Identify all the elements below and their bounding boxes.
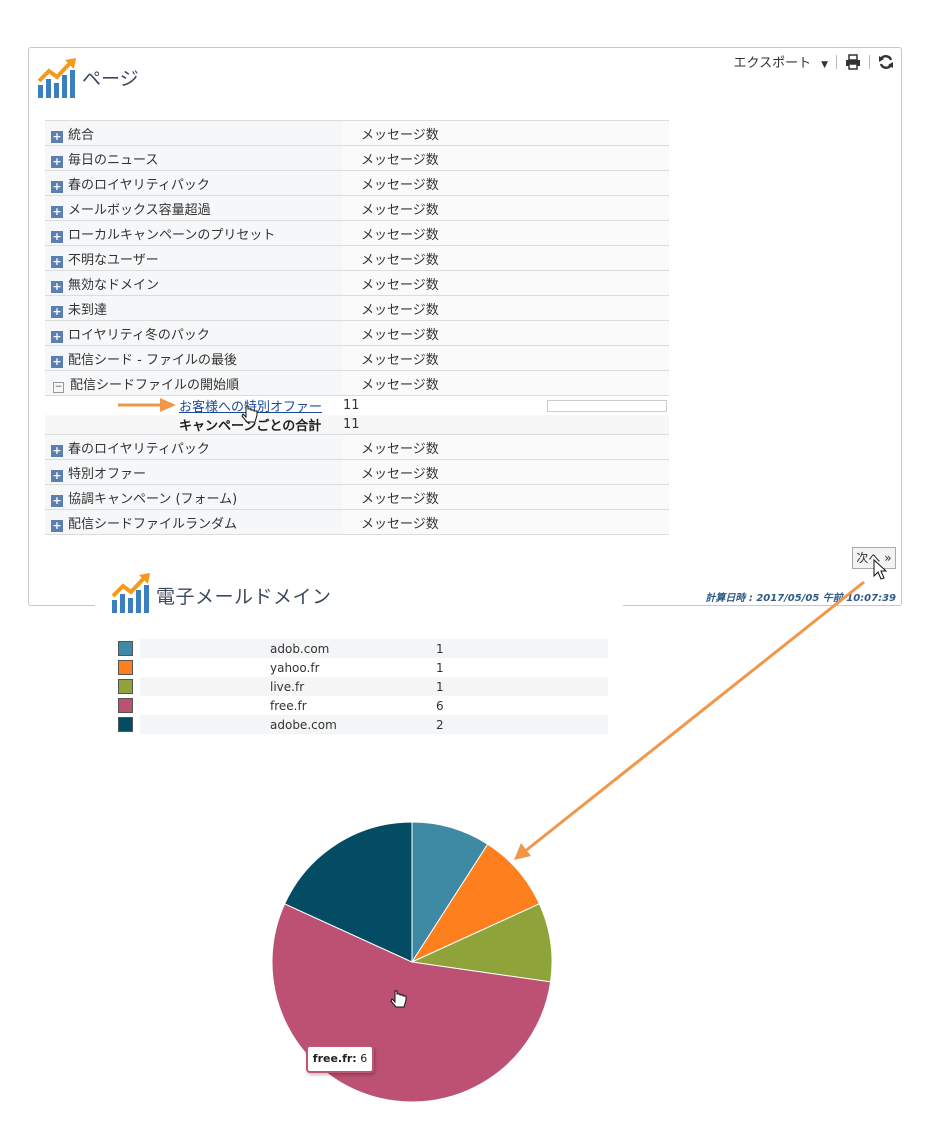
pie-tooltip: free.fr: 6: [306, 1045, 374, 1073]
tooltip-value: 6: [360, 1052, 368, 1065]
domain-pie-chart[interactable]: [0, 0, 928, 1132]
tooltip-name: free.fr:: [312, 1052, 357, 1065]
